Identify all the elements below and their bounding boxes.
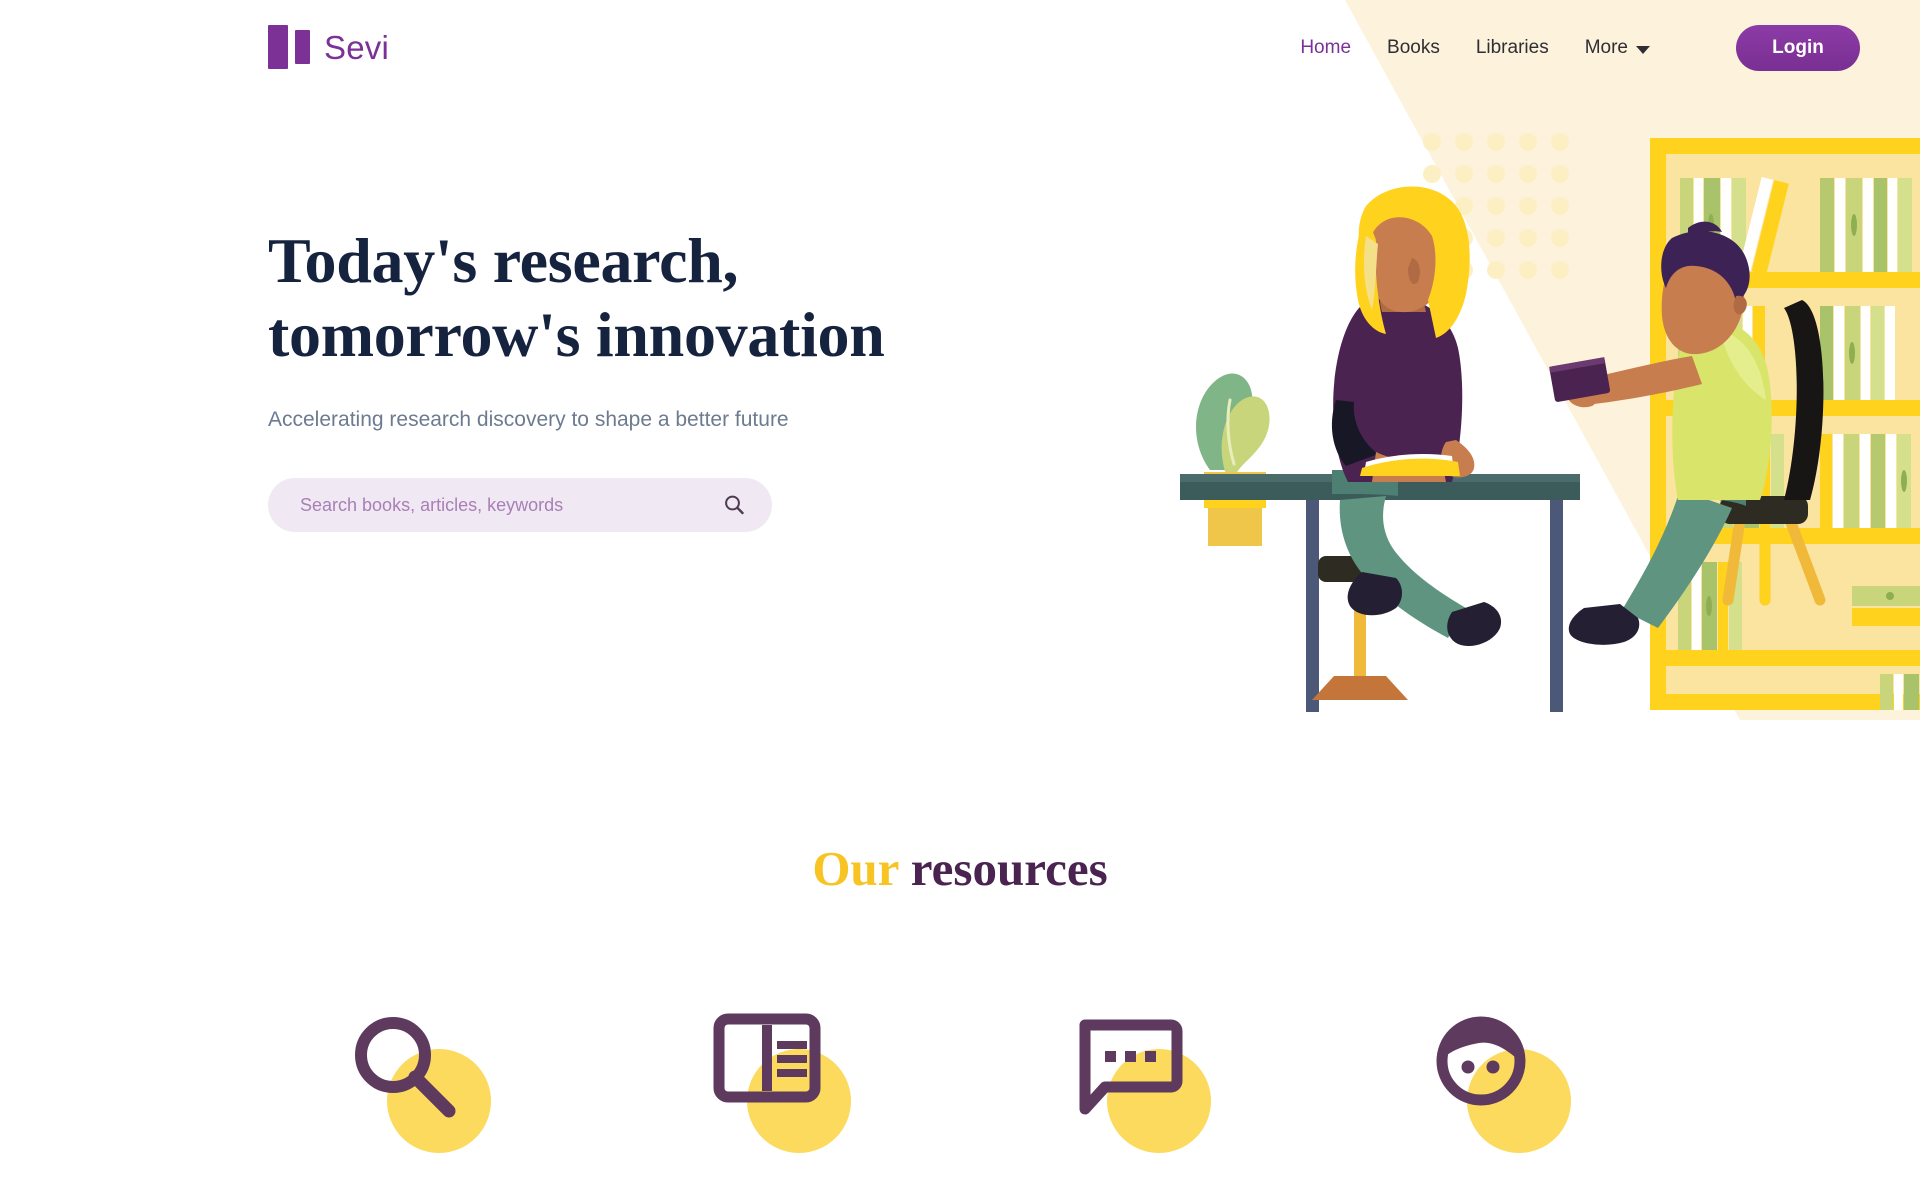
open-book-icon bbox=[713, 1013, 821, 1103]
two-bar-logo-icon bbox=[268, 25, 310, 71]
person-face-icon bbox=[1436, 1016, 1526, 1106]
hero-title-line-1: Today's research, bbox=[268, 225, 739, 296]
nav-item-books[interactable]: Books bbox=[1387, 37, 1440, 59]
resources-section: Our resources bbox=[0, 840, 1920, 1157]
nav-item-more[interactable]: More bbox=[1585, 37, 1650, 59]
chevron-down-icon bbox=[1636, 46, 1650, 54]
chat-bubble-icon bbox=[1079, 1019, 1183, 1115]
search-magnifier-icon bbox=[355, 1017, 456, 1118]
resource-item-books[interactable] bbox=[600, 1007, 960, 1157]
resources-heading: Our resources bbox=[0, 840, 1920, 897]
resources-heading-rest: resources bbox=[898, 841, 1108, 896]
nav-more-label: More bbox=[1584, 37, 1628, 58]
search-icon bbox=[725, 496, 744, 515]
page-title: Today's research, tomorrow's innovation bbox=[268, 224, 968, 372]
resources-icon-row bbox=[0, 1007, 1920, 1157]
brand-name: Sevi bbox=[324, 29, 389, 66]
top-navbar: Sevi Home Books Libraries More Login bbox=[0, 0, 1920, 96]
hero-illustration bbox=[1180, 0, 1920, 720]
nav-item-libraries[interactable]: Libraries bbox=[1476, 37, 1549, 59]
hero-section: Today's research, tomorrow's innovation … bbox=[268, 224, 968, 533]
login-button[interactable]: Login bbox=[1736, 25, 1860, 71]
landing-page: Sevi Home Books Libraries More Login Tod… bbox=[0, 0, 1920, 1178]
resource-item-chat[interactable] bbox=[960, 1007, 1320, 1157]
primary-nav: Home Books Libraries More Login bbox=[1300, 25, 1860, 71]
search-input[interactable] bbox=[268, 478, 772, 533]
resource-item-search[interactable] bbox=[240, 1007, 600, 1157]
hero-title-line-2: tomorrow's innovation bbox=[268, 299, 885, 371]
hero-subtitle: Accelerating research discovery to shape… bbox=[268, 408, 789, 432]
resources-heading-accent: Our bbox=[812, 841, 899, 896]
search-bar[interactable] bbox=[268, 478, 772, 533]
resource-item-people[interactable] bbox=[1320, 1007, 1680, 1157]
search-button[interactable] bbox=[718, 489, 750, 521]
nav-item-home[interactable]: Home bbox=[1300, 37, 1351, 59]
brand-logo-link[interactable]: Sevi bbox=[268, 25, 389, 71]
